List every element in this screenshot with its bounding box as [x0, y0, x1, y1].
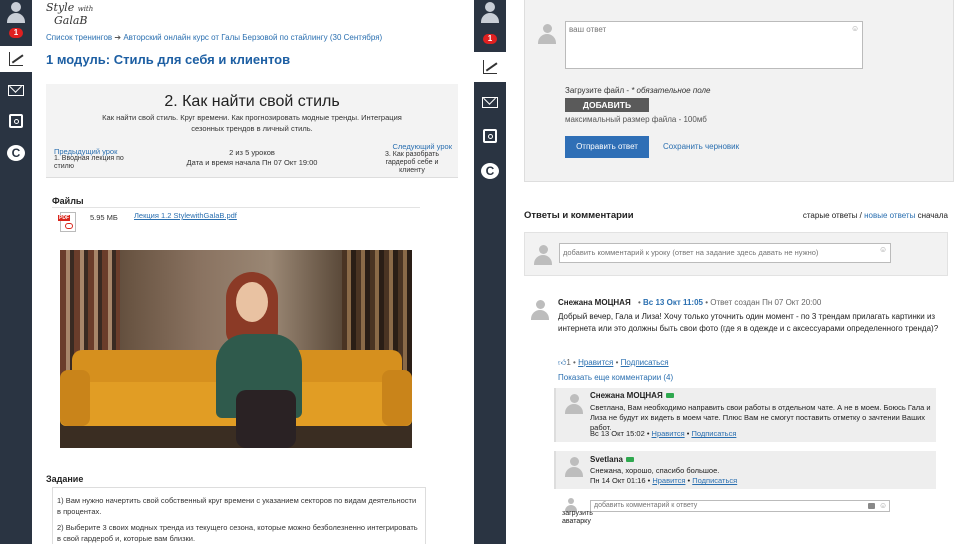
nav-chat[interactable]: C: [0, 143, 32, 163]
prev-lesson-title: 1. Вводная лекция по стилю: [54, 155, 124, 170]
next-lesson-link[interactable]: Следующий урок: [393, 142, 452, 151]
commenter-avatar-icon: [564, 457, 584, 477]
emoji-icon[interactable]: ☺: [879, 245, 887, 254]
save-draft-link[interactable]: Сохранить черновик: [663, 142, 739, 151]
sort-old-link[interactable]: старые ответы: [803, 211, 858, 220]
like-link[interactable]: Нравится: [578, 358, 613, 367]
mail-icon: [8, 84, 24, 96]
mail-icon: [482, 96, 498, 108]
comments-heading: Ответы и комментарии: [524, 210, 634, 221]
upload-avatar-link[interactable]: загрузить аватарку: [562, 510, 602, 526]
lesson-start-date: Дата и время начала Пн 07 Окт 19:00: [186, 158, 318, 167]
reply-comment: Снежана МОЦНАЯ Светлана, Вам необходимо …: [554, 388, 936, 442]
emoji-icon[interactable]: ☺: [879, 501, 887, 510]
reply-author[interactable]: Снежана МОЦНАЯ: [590, 391, 674, 400]
show-more-comments-link[interactable]: Показать еще комментарии (4): [558, 373, 673, 382]
camera-icon[interactable]: [868, 503, 875, 509]
comment-date[interactable]: Вс 13 Окт 11:05: [643, 298, 703, 307]
lesson-video[interactable]: [60, 250, 412, 448]
file-size: 5.95 МБ: [90, 213, 118, 222]
nav-messages[interactable]: [474, 92, 506, 112]
commenter-avatar-icon: [564, 394, 584, 414]
nav-webinars[interactable]: [0, 111, 32, 131]
subscribe-link[interactable]: Подписаться: [692, 476, 737, 485]
lesson-page: Style with GalaB Список тренингов ➔ Авто…: [32, 0, 474, 544]
module-title: 1 модуль: Стиль для себя и клиентов: [46, 52, 291, 67]
user-avatar-icon: [5, 1, 27, 25]
comments-sort: старые ответы / новые ответы сначала: [802, 211, 948, 220]
chat-icon: C: [7, 145, 25, 161]
webinar-icon: [483, 129, 497, 143]
breadcrumb-trainings-link[interactable]: Список тренингов: [46, 33, 112, 42]
chart-icon: [483, 60, 497, 74]
screenshot: 1 C Style with GalaB Список тренингов ➔ …: [0, 0, 968, 544]
comment-author[interactable]: Снежана МОЦНАЯ: [558, 298, 631, 307]
sort-new-link[interactable]: новые ответы: [864, 211, 915, 220]
like-link[interactable]: Нравится: [652, 476, 685, 485]
comment-actions: 👍︎1 • Нравится • Подписаться: [558, 358, 669, 367]
lesson-subtitle: Как найти свой стиль. Круг времени. Как …: [102, 113, 402, 133]
reply-author[interactable]: Svetlana: [590, 455, 634, 464]
upload-label: Загрузите файл - * обязательное поле: [565, 86, 711, 95]
subscribe-link[interactable]: Подписаться: [621, 358, 669, 367]
reply-comment-input[interactable]: [590, 500, 890, 512]
subscribe-link[interactable]: Подписаться: [691, 429, 736, 438]
task-heading: Задание: [46, 474, 84, 484]
profile-avatar-button[interactable]: [0, 0, 32, 26]
emoji-icon[interactable]: ☺: [851, 24, 859, 33]
breadcrumb: Список тренингов ➔ Авторский онлайн курс…: [46, 33, 382, 42]
chat-icon: C: [481, 163, 499, 179]
comment-text: Добрый вечер, Гала и Лиза! Хочу только у…: [558, 312, 939, 333]
answers-page: ☺ Загрузите файл - * обязательное поле Д…: [506, 0, 968, 544]
user-avatar-icon: [479, 1, 501, 25]
lesson-comment-form: ☺: [524, 232, 948, 276]
answer-textarea[interactable]: [565, 21, 863, 69]
user-avatar-icon: [533, 245, 553, 265]
lesson-header: 2. Как найти свой стиль Как найти свой с…: [46, 84, 458, 178]
add-file-button[interactable]: ДОБАВИТЬ: [565, 98, 649, 112]
like-link[interactable]: Нравится: [652, 429, 685, 438]
files-heading: Файлы: [52, 196, 84, 206]
reply-text: Снежана, хорошо, спасибо большое.: [590, 466, 720, 475]
webinar-icon: [9, 114, 23, 128]
commenter-avatar-icon: [530, 300, 550, 320]
graduate-hat-icon: [625, 457, 634, 463]
task-box: 1) Вам нужно начертить свой собственный …: [52, 487, 426, 544]
lesson-comment-input[interactable]: [559, 243, 891, 263]
left-sidebar: 1 C: [0, 0, 32, 544]
breadcrumb-course-link[interactable]: Авторский онлайн курс от Галы Берзовой п…: [123, 33, 382, 42]
chart-icon: [9, 52, 23, 66]
task-item: 1) Вам нужно начертить свой собственный …: [57, 496, 417, 516]
file-download-link[interactable]: Лекция 1.2 StylewithGalaB.pdf: [134, 211, 237, 220]
reply-actions: Пн 14 Окт 01:16 • Нравится • Подписаться: [590, 476, 738, 485]
profile-avatar-button[interactable]: [474, 0, 506, 26]
reply-actions: Вс 13 Окт 15:02 • Нравится • Подписаться: [590, 429, 737, 438]
reply-comment: Svetlana Снежана, хорошо, спасибо большо…: [554, 451, 936, 489]
notifications-badge[interactable]: 1: [474, 33, 506, 45]
user-avatar-icon: [537, 24, 557, 44]
nav-messages[interactable]: [0, 80, 32, 100]
graduate-hat-icon: [665, 393, 674, 399]
pdf-file-icon[interactable]: PDF: [58, 212, 76, 232]
lesson-title: 2. Как найти свой стиль: [164, 93, 340, 110]
comment-meta: • Вс 13 Окт 11:05 • Ответ создан Пн 07 О…: [638, 298, 822, 307]
nav-trainings[interactable]: [474, 52, 506, 82]
lesson-progress: 2 из 5 уроков: [229, 148, 275, 157]
breadcrumb-arrow-icon: ➔: [114, 33, 122, 42]
nav-webinars[interactable]: [474, 126, 506, 146]
divider: [52, 207, 420, 208]
notifications-badge[interactable]: 1: [0, 27, 32, 39]
nav-trainings[interactable]: [0, 46, 32, 72]
max-file-size: максимальный размер файла - 100мб: [565, 115, 707, 124]
task-item: 2) Выберите 3 своих модных тренда из тек…: [57, 523, 418, 543]
submit-answer-button[interactable]: Отправить ответ: [565, 136, 649, 158]
nav-chat[interactable]: C: [474, 161, 506, 181]
next-lesson-title: 3. Как разобрать гардероб себе и клиенту: [385, 151, 439, 174]
logo[interactable]: Style with GalaB: [46, 2, 93, 26]
right-sidebar: 1 C: [474, 0, 506, 544]
answer-form: ☺ Загрузите файл - * обязательное поле Д…: [524, 0, 954, 182]
